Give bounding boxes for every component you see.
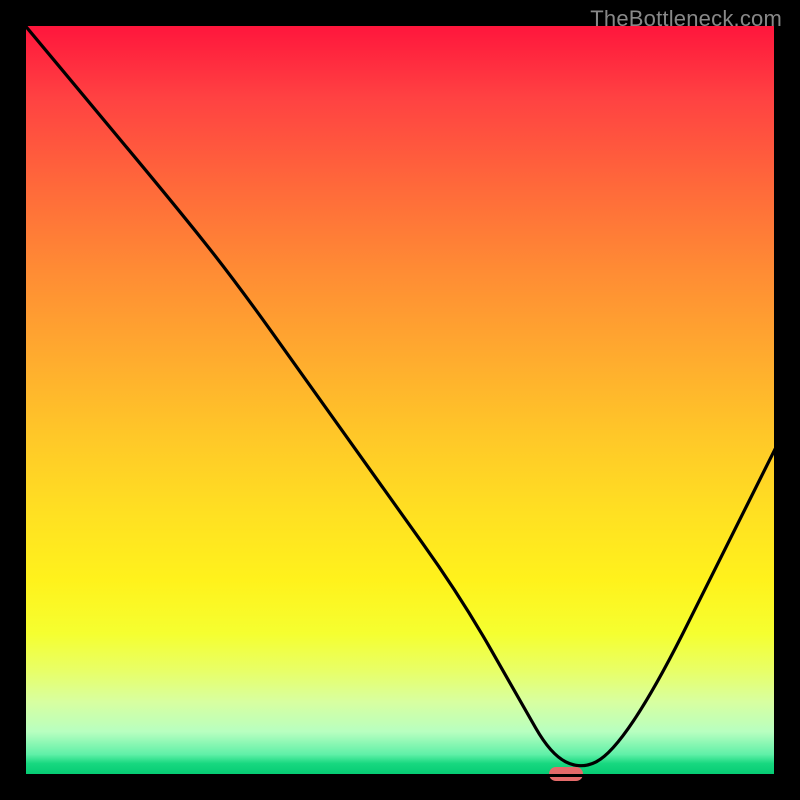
bottleneck-curve — [23, 23, 777, 777]
watermark-label: TheBottleneck.com — [590, 6, 782, 32]
chart-container: TheBottleneck.com — [0, 0, 800, 800]
plot-area — [23, 23, 777, 777]
curve-path — [23, 23, 777, 766]
optimal-point-marker — [549, 767, 583, 781]
